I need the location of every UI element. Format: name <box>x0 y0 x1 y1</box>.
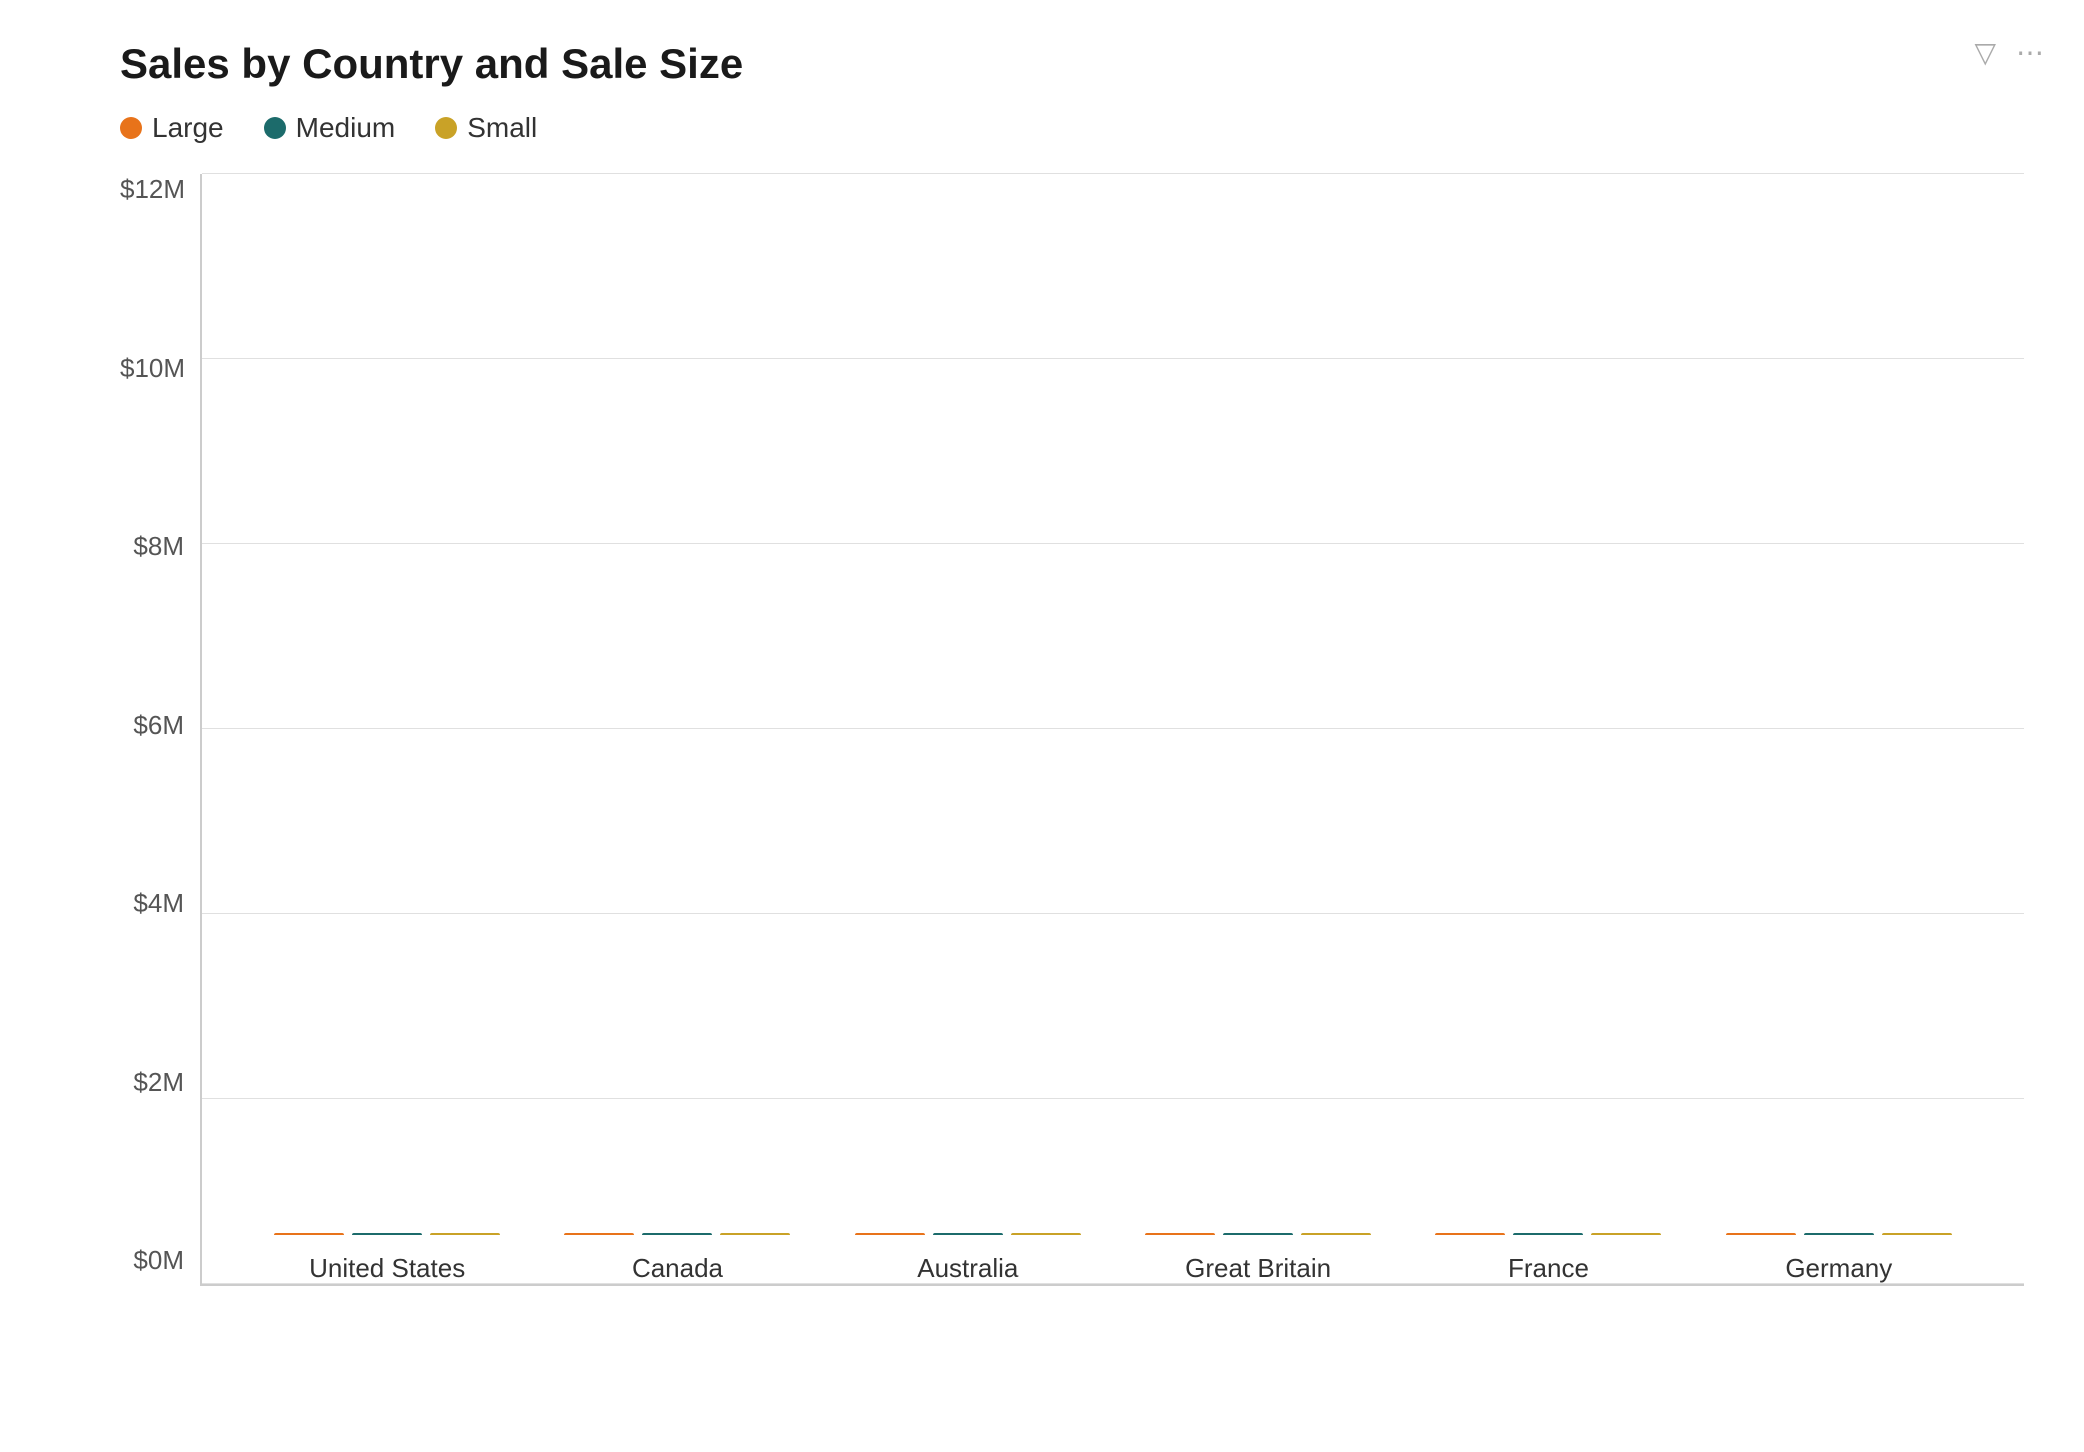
more-icon[interactable]: ⋯ <box>2016 36 2044 69</box>
bar-large[interactable] <box>855 1233 925 1235</box>
country-label: Canada <box>632 1253 723 1284</box>
bar-small[interactable] <box>720 1233 790 1235</box>
country-group: France <box>1435 1233 1661 1284</box>
chart-plot: United States Canada Australia Great Britai… <box>200 174 2024 1286</box>
country-label: Australia <box>917 1253 1018 1284</box>
legend-item-small: Small <box>435 112 537 144</box>
bar-small[interactable] <box>1591 1233 1661 1235</box>
top-icons: ▽ ⋯ <box>1974 36 2044 69</box>
country-group: Australia <box>855 1233 1081 1284</box>
country-group: United States <box>274 1233 500 1284</box>
legend-dot-small <box>435 117 457 139</box>
bar-large[interactable] <box>1726 1233 1796 1235</box>
bars-row <box>564 1233 790 1235</box>
country-label: Germany <box>1785 1253 1892 1284</box>
chart-title: Sales by Country and Sale Size <box>120 40 2024 88</box>
bar-medium[interactable] <box>1513 1233 1583 1235</box>
bar-small[interactable] <box>1301 1233 1371 1235</box>
y-axis-label: $6M <box>120 710 200 741</box>
bar-large[interactable] <box>1435 1233 1505 1235</box>
legend-label-medium: Medium <box>296 112 396 144</box>
y-axis-label: $2M <box>120 1067 200 1098</box>
bar-large[interactable] <box>1145 1233 1215 1235</box>
legend: Large Medium Small <box>120 112 2024 144</box>
legend-label-small: Small <box>467 112 537 144</box>
y-axis-label: $12M <box>120 174 200 205</box>
country-group: Germany <box>1726 1233 1952 1284</box>
legend-dot-large <box>120 117 142 139</box>
bars-row <box>1435 1233 1661 1235</box>
country-group: Great Britain <box>1145 1233 1371 1284</box>
bar-small[interactable] <box>1882 1233 1952 1235</box>
bar-medium[interactable] <box>1804 1233 1874 1235</box>
country-group: Canada <box>564 1233 790 1284</box>
y-axis-label: $10M <box>120 353 200 384</box>
chart-container: ▽ ⋯ Sales by Country and Sale Size Large… <box>0 0 2084 1452</box>
legend-item-medium: Medium <box>264 112 396 144</box>
bar-medium[interactable] <box>352 1233 422 1235</box>
y-axis-label: $8M <box>120 531 200 562</box>
legend-item-large: Large <box>120 112 224 144</box>
legend-dot-medium <box>264 117 286 139</box>
country-label: France <box>1508 1253 1589 1284</box>
country-label: United States <box>309 1253 465 1284</box>
bar-medium[interactable] <box>933 1233 1003 1235</box>
y-axis: $0M $2M $4M $6M $8M $10M $12M <box>120 174 200 1286</box>
bar-medium[interactable] <box>642 1233 712 1235</box>
bar-medium[interactable] <box>1223 1233 1293 1235</box>
filter-icon[interactable]: ▽ <box>1974 36 1996 69</box>
bars-row <box>855 1233 1081 1235</box>
bars-row <box>1726 1233 1952 1235</box>
bars-row <box>274 1233 500 1235</box>
y-axis-label: $0M <box>120 1245 200 1276</box>
country-label: Great Britain <box>1185 1253 1331 1284</box>
bar-large[interactable] <box>274 1233 344 1235</box>
legend-label-large: Large <box>152 112 224 144</box>
bars-area: United States Canada Australia Great Britai… <box>202 174 2024 1284</box>
y-axis-label: $4M <box>120 888 200 919</box>
bar-small[interactable] <box>430 1233 500 1235</box>
bar-large[interactable] <box>564 1233 634 1235</box>
bars-row <box>1145 1233 1371 1235</box>
chart-area: $0M $2M $4M $6M $8M $10M $12M United States Can… <box>120 174 2024 1286</box>
bar-small[interactable] <box>1011 1233 1081 1235</box>
